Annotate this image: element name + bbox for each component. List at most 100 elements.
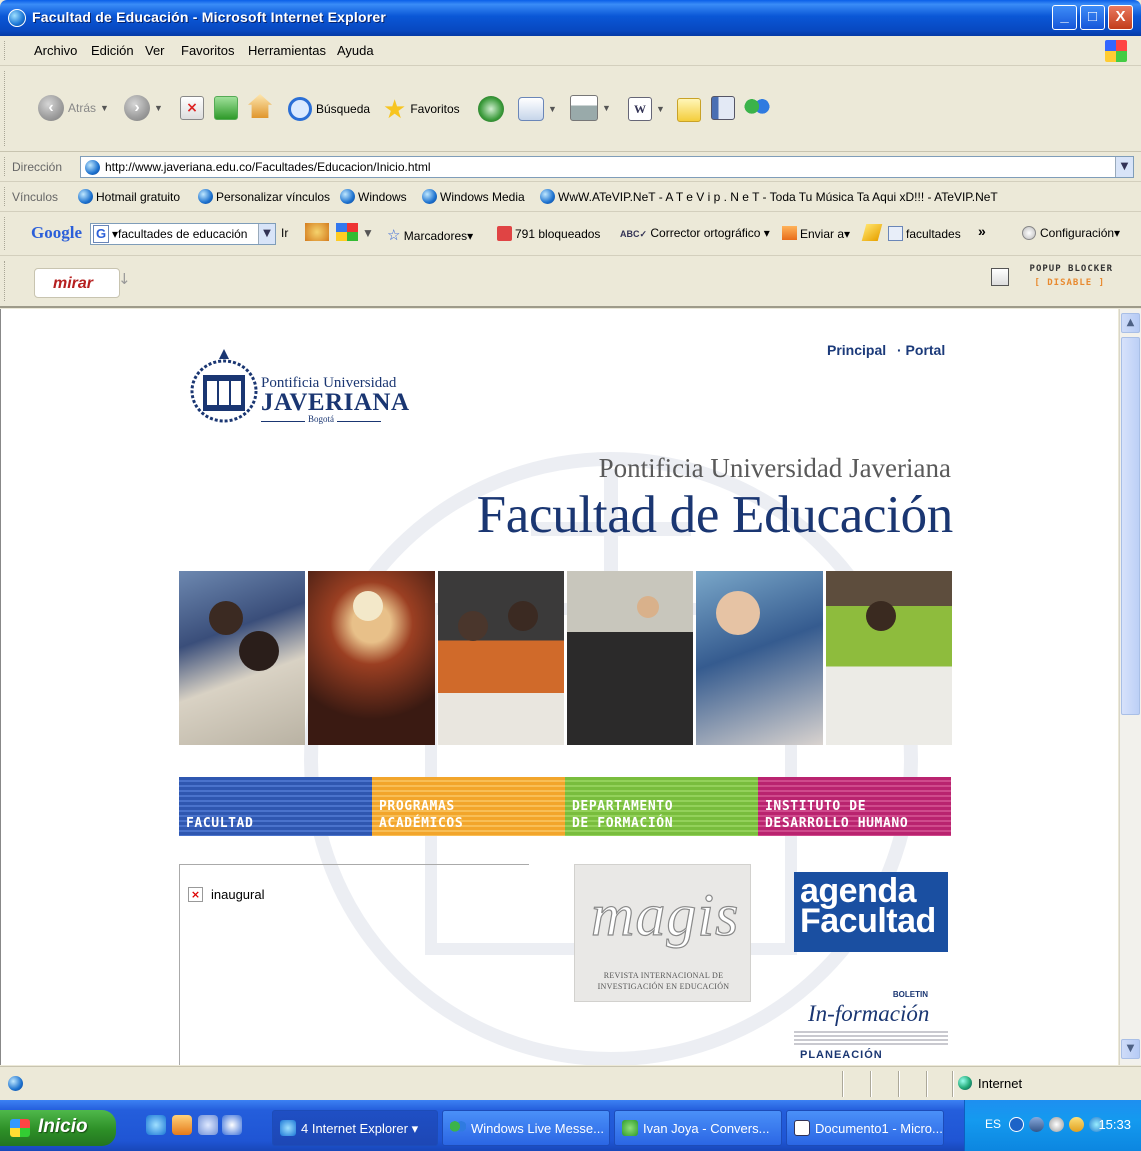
messenger-icon[interactable] <box>744 96 770 122</box>
tray-security-icon[interactable] <box>1069 1117 1084 1132</box>
tray-user-icon[interactable] <box>1049 1117 1064 1132</box>
broken-image-alt[interactable]: inaugural <box>211 887 265 902</box>
popup-blocker-toggle[interactable]: [ DISABLE ] <box>1034 278 1105 288</box>
facultades-term-button[interactable]: facultades <box>888 226 961 241</box>
boletin-informacion-banner[interactable]: BOLETIN In-formación PLANEACIÓN <box>794 987 948 1061</box>
link-hotmail[interactable]: Hotmail gratuito <box>78 189 180 204</box>
scroll-thumb[interactable] <box>1121 337 1140 715</box>
popup-blocked-button[interactable]: 791 bloqueados <box>497 226 600 241</box>
address-input[interactable]: http://www.javeriana.edu.co/Facultades/E… <box>80 156 1134 178</box>
ie-page-icon <box>422 189 437 204</box>
search-label: Búsqueda <box>316 102 371 116</box>
mirar-logo[interactable]: mirar <box>34 268 120 298</box>
news-icon[interactable] <box>305 223 329 241</box>
google-go-button[interactable]: Ir <box>281 226 288 240</box>
highlighter-icon[interactable] <box>861 224 883 241</box>
research-icon[interactable] <box>711 96 735 120</box>
dropdown-arrow-icon[interactable]: ▼ <box>154 103 163 113</box>
tray-network-icon[interactable] <box>1029 1117 1044 1132</box>
edit-button[interactable]: W ▼ <box>628 97 665 121</box>
link-personalizar[interactable]: Personalizar vínculos <box>198 189 330 204</box>
tray-arrow-icon[interactable] <box>1009 1117 1024 1132</box>
grip-handle[interactable] <box>4 41 7 60</box>
grip-handle[interactable] <box>4 217 7 250</box>
grip-handle[interactable] <box>4 71 7 146</box>
menu-herramientas[interactable]: Herramientas <box>248 43 326 58</box>
dropdown-arrow-icon[interactable]: ▼ <box>548 104 557 114</box>
page-icon <box>85 160 100 175</box>
dropdown-arrow-icon[interactable]: ▼ <box>602 103 611 113</box>
language-indicator[interactable]: ES <box>985 1117 1001 1131</box>
forward-button[interactable]: › ▼ <box>124 95 163 121</box>
mail-button[interactable]: ▼ <box>518 97 557 121</box>
link-windows[interactable]: Windows <box>340 189 407 204</box>
window-title: Facultad de Educación - Microsoft Intern… <box>32 9 387 25</box>
google-dropdown-button[interactable]: ▼ <box>258 224 275 244</box>
menu-edicion[interactable]: Edición <box>91 43 134 58</box>
stop-icon[interactable]: × <box>180 96 204 120</box>
agenda-facultad-banner[interactable]: agenda Facultad <box>794 872 948 952</box>
magis-journal-banner[interactable]: magis REVISTA INTERNACIONAL DE INVESTIGAC… <box>574 864 751 1002</box>
nav-departamento-formacion[interactable]: DEPARTAMENTO DE FORMACIÓN <box>565 777 758 836</box>
ie-icon <box>280 1120 296 1136</box>
quicklaunch-disc-icon[interactable] <box>222 1115 242 1135</box>
print-button[interactable]: ▼ <box>570 95 611 121</box>
history-icon[interactable] <box>478 96 504 122</box>
nav-portal[interactable]: · Portal <box>897 342 945 358</box>
spellcheck-button[interactable]: ABC✓ Corrector ortográfico ▾ <box>620 226 770 240</box>
task-windows-live[interactable]: Windows Live Messe... <box>442 1110 610 1146</box>
link-windows-media[interactable]: Windows Media <box>422 189 525 204</box>
photo-children-writing <box>179 571 306 745</box>
back-button[interactable]: ‹ Atrás ▼ <box>38 95 109 121</box>
nav-facultad[interactable]: FACULTAD <box>179 777 372 836</box>
more-chevron[interactable]: » <box>978 223 986 239</box>
google-options-icon[interactable] <box>336 223 358 241</box>
down-arrow-icon[interactable]: ↓ <box>118 270 131 288</box>
note-icon[interactable] <box>677 98 701 122</box>
menu-archivo[interactable]: Archivo <box>34 43 77 58</box>
maximize-button[interactable]: □ <box>1080 5 1105 30</box>
dropdown-arrow-icon[interactable]: ▼ <box>100 103 109 113</box>
google-search-input[interactable]: G ▾facultades de educación ▼ <box>90 223 276 245</box>
refresh-icon[interactable] <box>214 96 238 120</box>
task-internet-explorer[interactable]: 4 Internet Explorer ▾ <box>272 1110 438 1146</box>
search-button[interactable]: Búsqueda <box>288 97 370 121</box>
grip-handle[interactable] <box>4 157 7 176</box>
quicklaunch-ie-icon[interactable] <box>146 1115 166 1135</box>
task-conversation[interactable]: Ivan Joya - Convers... <box>614 1110 782 1146</box>
grip-handle[interactable] <box>4 187 7 206</box>
home-icon[interactable] <box>248 94 272 118</box>
dropdown-arrow-icon[interactable]: ▼ <box>362 226 374 240</box>
minimize-button[interactable]: _ <box>1052 5 1077 30</box>
vertical-scrollbar[interactable]: ▲ ▼ <box>1119 309 1141 1065</box>
settings-button[interactable]: Configuración▾ <box>1022 226 1120 240</box>
grip-handle[interactable] <box>4 261 7 301</box>
nav-instituto-desarrollo-humano[interactable]: INSTITUTO DE DESARROLLO HUMANO <box>758 777 951 836</box>
nav-principal[interactable]: Principal <box>827 342 886 358</box>
close-button[interactable]: X <box>1108 5 1133 30</box>
quicklaunch-ie2-icon[interactable] <box>198 1115 218 1135</box>
google-logo[interactable]: Google <box>31 223 82 243</box>
menu-ayuda[interactable]: Ayuda <box>337 43 374 58</box>
link-atevip[interactable]: WwW.ATeVIP.NeT - A T e V i p . N e T - T… <box>540 189 998 204</box>
popup-blocker[interactable]: POPUP BLOCKER [ DISABLE ] <box>983 264 1113 300</box>
windows-flag-icon <box>10 1119 30 1137</box>
favorites-button[interactable]: ★ Favoritos <box>383 96 460 122</box>
send-to-button[interactable]: Enviar a▾ <box>782 226 850 241</box>
quicklaunch-media-icon[interactable] <box>172 1115 192 1135</box>
nav-programas-academicos[interactable]: PROGRAMAS ACADÉMICOS <box>372 777 565 836</box>
start-button[interactable]: Inicio <box>0 1110 116 1146</box>
scroll-down-button[interactable]: ▼ <box>1121 1039 1140 1059</box>
address-dropdown-button[interactable]: ▼ <box>1115 157 1133 177</box>
university-name-line2: JAVERIANA <box>261 389 410 416</box>
title-bar[interactable]: Facultad de Educación - Microsoft Intern… <box>0 0 1141 36</box>
messenger-icon <box>450 1120 466 1136</box>
scroll-up-button[interactable]: ▲ <box>1121 313 1140 333</box>
menu-ver[interactable]: Ver <box>145 43 165 58</box>
menu-favoritos[interactable]: Favoritos <box>181 43 234 58</box>
dropdown-arrow-icon[interactable]: ▼ <box>656 104 665 114</box>
address-url[interactable]: http://www.javeriana.edu.co/Facultades/E… <box>105 160 431 174</box>
ie-page-icon <box>198 189 213 204</box>
task-documento1[interactable]: Documento1 - Micro... <box>786 1110 944 1146</box>
bookmarks-button[interactable]: ☆ Marcadores▾ <box>387 226 473 244</box>
